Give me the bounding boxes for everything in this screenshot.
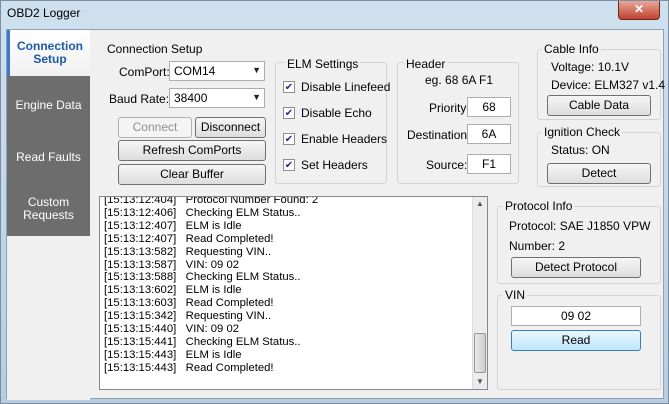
clear-buffer-button[interactable]: Clear Buffer bbox=[118, 164, 266, 185]
header-example: eg. 68 6A F1 bbox=[425, 73, 494, 87]
log-textarea[interactable]: [15:13:12:404] Protocol Number Found: 2 … bbox=[99, 196, 488, 390]
scroll-up-icon[interactable]: ▲ bbox=[473, 197, 487, 211]
source-label: Source: bbox=[426, 158, 468, 172]
protocol-number: Number: 2 bbox=[509, 239, 566, 253]
chevron-down-icon: ▼ bbox=[252, 92, 261, 102]
connect-button[interactable]: Connect bbox=[118, 117, 192, 138]
ignition-check-title: Ignition Check bbox=[542, 125, 623, 139]
protocol-info-title: Protocol Info bbox=[503, 199, 575, 213]
log-text: [15:13:12:404] Protocol Number Found: 2 … bbox=[104, 196, 319, 374]
close-button[interactable]: ✕ bbox=[618, 1, 660, 20]
vin-field[interactable]: 09 02 bbox=[511, 306, 641, 326]
tab-label: Read Faults bbox=[16, 149, 81, 164]
comport-select[interactable]: COM14 ▼ bbox=[169, 61, 265, 81]
connection-setup-title: Connection Setup bbox=[107, 42, 203, 56]
refresh-comports-button[interactable]: Refresh ComPorts bbox=[118, 140, 266, 161]
sidebar: Connection Setup Engine Data Read Faults… bbox=[7, 30, 90, 236]
close-icon: ✕ bbox=[633, 2, 645, 16]
client-area: Connection Setup Engine Data Read Faults… bbox=[6, 29, 666, 400]
tab-label: Custom Requests bbox=[23, 195, 74, 222]
voltage-text: Voltage: 10.1V bbox=[551, 60, 630, 74]
read-vin-button[interactable]: Read bbox=[511, 330, 641, 351]
header-title: Header bbox=[404, 57, 448, 71]
baud-rate-select[interactable]: 38400 ▼ bbox=[169, 88, 265, 108]
destination-input[interactable]: 6A bbox=[467, 124, 511, 144]
checkbox-label: Set Headers bbox=[301, 158, 368, 172]
protocol-text: Protocol: SAE J1850 VPW bbox=[509, 219, 651, 233]
tab-engine-data[interactable]: Engine Data bbox=[7, 82, 90, 128]
checkbox-label: Disable Echo bbox=[301, 106, 372, 120]
baud-rate-value: 38400 bbox=[174, 91, 208, 105]
tab-read-faults[interactable]: Read Faults bbox=[7, 134, 90, 180]
ignition-status: Status: ON bbox=[551, 143, 610, 157]
tab-label: Engine Data bbox=[15, 97, 82, 112]
log-scrollbar[interactable]: ▲ ▼ bbox=[472, 197, 487, 389]
checkmark-icon: ✔ bbox=[283, 81, 295, 93]
cable-data-button[interactable]: Cable Data bbox=[547, 95, 651, 116]
disconnect-button[interactable]: Disconnect bbox=[195, 117, 266, 138]
source-input[interactable]: F1 bbox=[467, 154, 511, 174]
scroll-thumb[interactable] bbox=[474, 333, 486, 373]
checkmark-icon: ✔ bbox=[283, 159, 295, 171]
cable-info-title: Cable Info bbox=[542, 42, 601, 56]
title-bar: OBD2 Logger ✕ bbox=[1, 1, 668, 27]
checkbox-label: Disable Linefeed bbox=[301, 80, 391, 94]
tab-label: Connection Setup bbox=[17, 39, 83, 66]
checkmark-icon: ✔ bbox=[283, 107, 295, 119]
destination-label: Destination: bbox=[407, 128, 471, 142]
elm-settings-title: ELM Settings bbox=[285, 57, 361, 71]
device-text: Device: ELM327 v1.4 bbox=[551, 78, 666, 92]
priority-label: Priority: bbox=[429, 101, 470, 115]
app-window: OBD2 Logger ✕ Connection Setup Engine Da… bbox=[0, 0, 669, 404]
detect-protocol-button[interactable]: Detect Protocol bbox=[511, 257, 641, 278]
comport-label: ComPort: bbox=[119, 65, 170, 79]
tab-custom-requests[interactable]: Custom Requests bbox=[7, 186, 90, 232]
scroll-down-icon[interactable]: ▼ bbox=[473, 375, 487, 389]
checkbox-label: Enable Headers bbox=[301, 132, 388, 146]
window-title: OBD2 Logger bbox=[7, 6, 81, 20]
checkmark-icon: ✔ bbox=[283, 133, 295, 145]
priority-input[interactable]: 68 bbox=[467, 97, 511, 117]
vin-title: VIN bbox=[503, 288, 528, 302]
comport-value: COM14 bbox=[174, 64, 216, 78]
tab-connection-setup[interactable]: Connection Setup bbox=[7, 30, 90, 76]
chevron-down-icon: ▼ bbox=[252, 65, 261, 75]
detect-button[interactable]: Detect bbox=[547, 163, 651, 184]
sidebar-filler bbox=[7, 236, 90, 400]
baud-rate-label: Baud Rate: bbox=[109, 92, 170, 106]
